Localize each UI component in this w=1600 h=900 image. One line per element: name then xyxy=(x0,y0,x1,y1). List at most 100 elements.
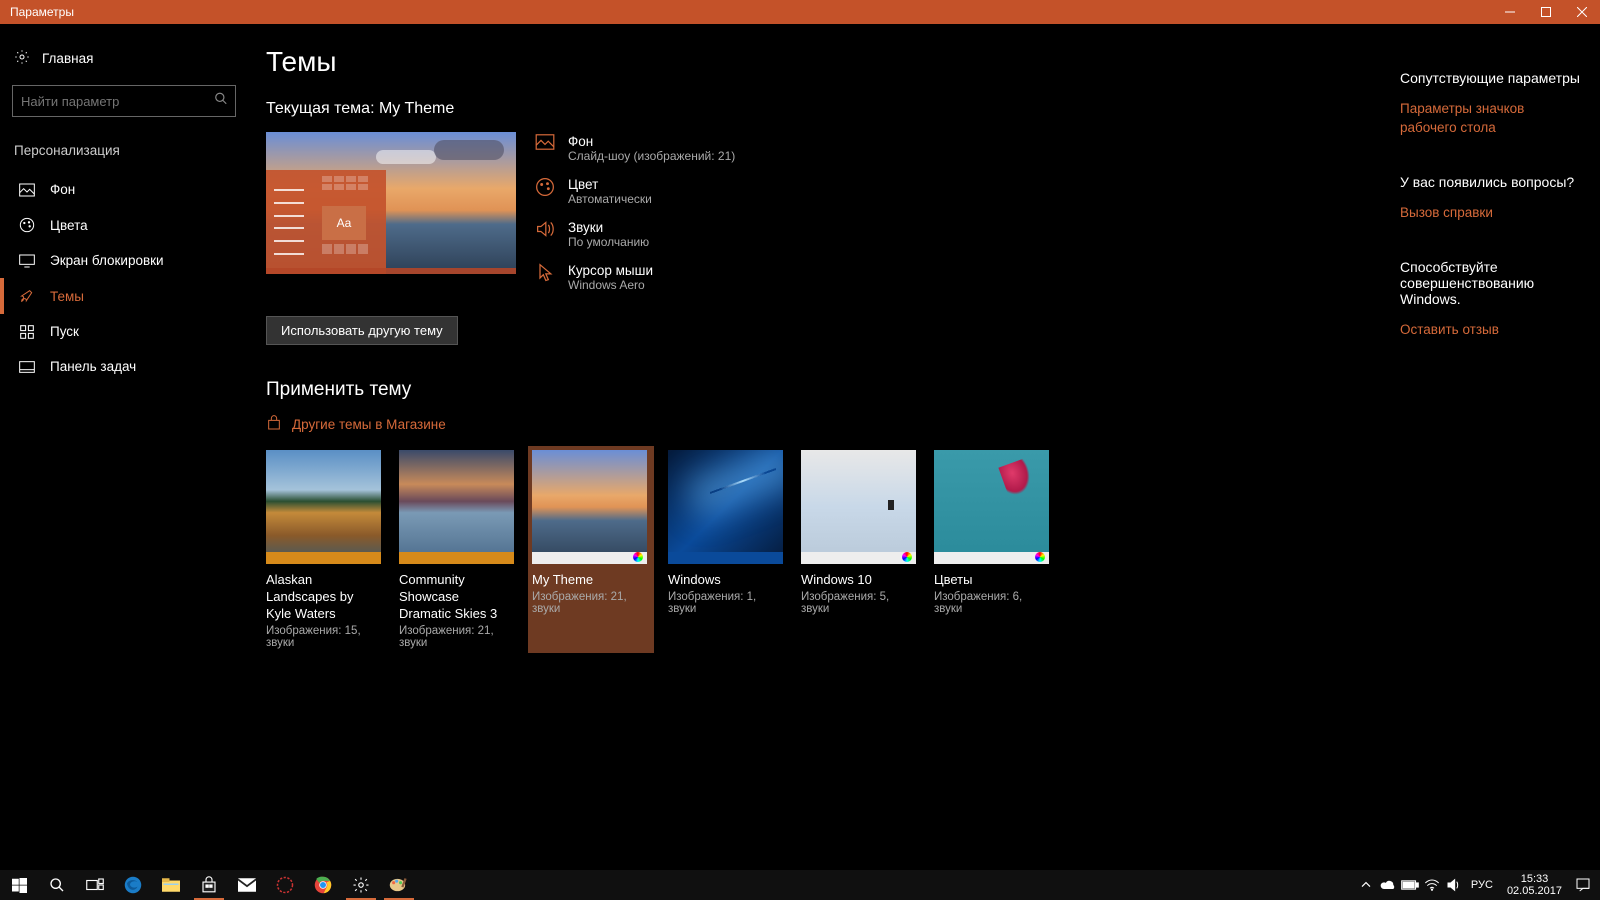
tray-wifi-icon[interactable] xyxy=(1423,876,1441,894)
store-link-label: Другие темы в Магазине xyxy=(292,417,446,432)
home-label: Главная xyxy=(42,51,93,66)
sidebar: Главная Персонализация Фон Цвета Экран б… xyxy=(0,24,248,870)
sidebar-item-label: Темы xyxy=(50,289,84,304)
detail-title: Курсор мыши xyxy=(568,263,653,278)
palette-icon xyxy=(18,217,36,233)
tray-battery-icon[interactable] xyxy=(1401,876,1419,894)
use-other-theme-button[interactable]: Использовать другую тему xyxy=(266,316,458,345)
cursor-icon xyxy=(534,263,556,283)
tray-notifications-icon[interactable] xyxy=(1572,874,1594,896)
sidebar-item-themes[interactable]: Темы xyxy=(0,278,248,314)
app-red-button[interactable] xyxy=(266,870,304,900)
taskview-button[interactable] xyxy=(76,870,114,900)
paint-button[interactable] xyxy=(380,870,418,900)
gear-icon xyxy=(14,49,30,68)
grid-icon xyxy=(18,325,36,339)
detail-title: Звуки xyxy=(568,220,649,235)
detail-cursor[interactable]: Курсор мышиWindows Aero xyxy=(534,263,735,292)
theme-card-title: Цветы xyxy=(934,572,1049,589)
detail-sounds[interactable]: ЗвукиПо умолчанию xyxy=(534,220,735,249)
theme-card-selected[interactable]: My Theme Изображения: 21, звуки xyxy=(528,446,654,653)
detail-title: Фон xyxy=(568,134,735,149)
tray-language[interactable]: РУС xyxy=(1467,876,1497,894)
edge-button[interactable] xyxy=(114,870,152,900)
tray-clock[interactable]: 15:33 02.05.2017 xyxy=(1501,873,1568,897)
theme-card[interactable]: Community Showcase Dramatic Skies 3 Изоб… xyxy=(399,450,514,649)
tray-volume-icon[interactable] xyxy=(1445,876,1463,894)
mail-button[interactable] xyxy=(228,870,266,900)
page-title: Темы xyxy=(266,46,1206,78)
start-button[interactable] xyxy=(0,870,38,900)
theme-card-title: My Theme xyxy=(532,572,650,589)
explorer-button[interactable] xyxy=(152,870,190,900)
minimize-button[interactable] xyxy=(1492,0,1528,24)
detail-sub: Windows Aero xyxy=(568,278,653,292)
monitor-icon xyxy=(18,254,36,268)
tray-chevron-up-icon[interactable] xyxy=(1357,876,1375,894)
search-input[interactable] xyxy=(12,85,236,117)
maximize-button[interactable] xyxy=(1528,0,1564,24)
sidebar-item-colors[interactable]: Цвета xyxy=(0,207,248,243)
theme-card-sub: Изображения: 21, звуки xyxy=(532,591,650,615)
store-link[interactable]: Другие темы в Магазине xyxy=(266,415,1206,434)
theme-card[interactable]: Цветы Изображения: 6, звуки xyxy=(934,450,1049,649)
taskbar: РУС 15:33 02.05.2017 xyxy=(0,870,1600,900)
theme-card-title: Windows xyxy=(668,572,783,589)
brush-icon xyxy=(18,288,36,304)
close-button[interactable] xyxy=(1564,0,1600,24)
image-icon xyxy=(534,134,556,150)
theme-preview: Aa xyxy=(266,132,516,274)
sidebar-item-lockscreen[interactable]: Экран блокировки xyxy=(0,243,248,278)
sidebar-item-background[interactable]: Фон xyxy=(0,172,248,207)
rail-link-feedback[interactable]: Оставить отзыв xyxy=(1400,321,1580,340)
rail-link-help[interactable]: Вызов справки xyxy=(1400,204,1580,223)
theme-card-sub: Изображения: 6, звуки xyxy=(934,591,1049,615)
detail-sub: По умолчанию xyxy=(568,235,649,249)
theme-card-title: Windows 10 xyxy=(801,572,916,589)
detail-sub: Слайд-шоу (изображений: 21) xyxy=(568,149,735,163)
tray-date: 02.05.2017 xyxy=(1507,885,1562,897)
sidebar-item-label: Цвета xyxy=(50,218,88,233)
theme-card[interactable]: Windows Изображения: 1, звуки xyxy=(668,450,783,649)
theme-card-sub: Изображения: 5, звуки xyxy=(801,591,916,615)
speaker-icon xyxy=(534,220,556,238)
chrome-button[interactable] xyxy=(304,870,342,900)
store-button[interactable] xyxy=(190,870,228,900)
sidebar-item-label: Экран блокировки xyxy=(50,253,164,268)
right-rail: Сопутствующие параметры Параметры значко… xyxy=(1400,70,1580,376)
theme-card-sub: Изображения: 21, звуки xyxy=(399,625,514,649)
sidebar-item-start[interactable]: Пуск xyxy=(0,314,248,349)
window-controls xyxy=(1492,0,1600,24)
sidebar-item-label: Панель задач xyxy=(50,359,136,374)
palette-icon xyxy=(534,177,556,197)
window-title: Параметры xyxy=(10,5,1492,19)
detail-sub: Автоматически xyxy=(568,192,652,206)
detail-title: Цвет xyxy=(568,177,652,192)
theme-card-title: Community Showcase Dramatic Skies 3 xyxy=(399,572,514,623)
image-icon xyxy=(18,183,36,197)
theme-card-title: Alaskan Landscapes by Kyle Waters xyxy=(266,572,381,623)
sidebar-item-label: Пуск xyxy=(50,324,79,339)
settings-button[interactable] xyxy=(342,870,380,900)
tray-onedrive-icon[interactable] xyxy=(1379,876,1397,894)
search-button[interactable] xyxy=(38,870,76,900)
rail-heading-related: Сопутствующие параметры xyxy=(1400,70,1580,86)
tray-time: 15:33 xyxy=(1507,873,1562,885)
search-icon[interactable] xyxy=(214,92,228,111)
taskbar-icon xyxy=(18,361,36,373)
rail-link-desktop-icons[interactable]: Параметры значков рабочего стола xyxy=(1400,100,1580,138)
titlebar: Параметры xyxy=(0,0,1600,24)
apply-theme-heading: Применить тему xyxy=(266,379,1206,401)
theme-card[interactable]: Alaskan Landscapes by Kyle Waters Изобра… xyxy=(266,450,381,649)
nav-heading: Персонализация xyxy=(0,135,248,172)
home-link[interactable]: Главная xyxy=(0,42,248,75)
sidebar-item-label: Фон xyxy=(50,182,75,197)
theme-card[interactable]: Windows 10 Изображения: 5, звуки xyxy=(801,450,916,649)
detail-color[interactable]: ЦветАвтоматически xyxy=(534,177,735,206)
theme-card-sub: Изображения: 1, звуки xyxy=(668,591,783,615)
detail-background[interactable]: ФонСлайд-шоу (изображений: 21) xyxy=(534,134,735,163)
store-icon xyxy=(266,415,282,434)
current-theme-label: Текущая тема: My Theme xyxy=(266,100,1206,118)
rail-heading-feedback: Способствуйте совершенствованию Windows. xyxy=(1400,259,1580,307)
sidebar-item-taskbar[interactable]: Панель задач xyxy=(0,349,248,384)
